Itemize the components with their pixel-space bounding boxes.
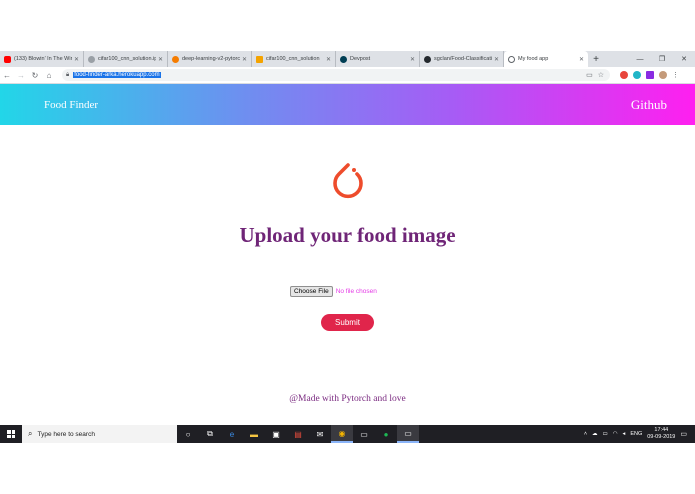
back-icon[interactable]: ← xyxy=(0,71,14,80)
app-window-icon[interactable]: ▭ xyxy=(397,425,419,443)
choose-file-button[interactable]: Choose File xyxy=(290,286,333,297)
browser-tab-active[interactable]: My food app ✕ xyxy=(504,51,588,67)
wifi-icon[interactable]: ◠ xyxy=(613,431,618,437)
window-close-button[interactable]: ✕ xyxy=(673,51,695,67)
tab-title: deep-learning-v2-pytorch xyxy=(182,56,240,62)
browser-tab[interactable]: (133) Blowin' In The Wind ✕ xyxy=(0,51,84,67)
search-icon: ⌕ xyxy=(28,429,33,438)
close-icon[interactable]: ✕ xyxy=(410,56,415,63)
search-placeholder: Type here to search xyxy=(37,430,95,438)
volume-icon[interactable]: ◂ xyxy=(623,431,626,437)
colab-icon xyxy=(88,55,95,63)
menu-icon[interactable]: ⋮ xyxy=(672,71,679,79)
url-text[interactable]: food-finder-arka.herokuapp.com xyxy=(73,72,161,78)
close-icon[interactable]: ✕ xyxy=(74,56,79,63)
browser-tab[interactable]: Devpost ✕ xyxy=(336,51,420,67)
extension-icon[interactable] xyxy=(646,71,654,79)
taskbar-search[interactable]: ⌕ Type here to search xyxy=(22,425,177,443)
extension-icon[interactable] xyxy=(633,71,641,79)
language-indicator[interactable]: ENG xyxy=(630,431,642,437)
windows-taskbar: ⌕ Type here to search ○ ⧉ e ▬ ▣ ▤ ✉ ◉ ▭ … xyxy=(0,425,695,443)
globe-icon xyxy=(508,55,515,63)
windows-icon xyxy=(7,430,15,438)
footer-text: @Made with Pytorch and love xyxy=(289,394,406,404)
cortana-icon[interactable]: ○ xyxy=(177,425,199,443)
close-icon[interactable]: ✕ xyxy=(326,56,331,63)
main-content: Upload your food image Choose File No fi… xyxy=(0,125,695,425)
jupyter-icon xyxy=(172,55,179,63)
browser-tab[interactable]: deep-learning-v2-pytorch ✕ xyxy=(168,51,252,67)
battery-icon[interactable]: ▭ xyxy=(603,431,608,437)
terminal-icon[interactable]: ▭ xyxy=(353,425,375,443)
chrome-icon[interactable]: ◉ xyxy=(331,425,353,443)
submit-button[interactable]: Submit xyxy=(321,314,374,331)
clock[interactable]: 17:44 09-09-2019 xyxy=(647,427,675,441)
tab-title: (133) Blowin' In The Wind xyxy=(14,56,72,62)
store-icon[interactable]: ▣ xyxy=(265,425,287,443)
extensions-area: ⋮ xyxy=(620,71,679,79)
system-tray: ˄ ☁ ▭ ◠ ◂ ENG 17:44 09-09-2019 ▭ xyxy=(584,427,695,441)
tab-title: Devpost xyxy=(350,56,371,62)
site-header: Food Finder Github xyxy=(0,84,695,125)
chevron-up-icon[interactable]: ˄ xyxy=(584,431,587,437)
forward-icon[interactable]: → xyxy=(14,71,28,80)
notebook-icon xyxy=(256,55,263,63)
browser-tab-strip: (133) Blowin' In The Wind ✕ cifar100_cnn… xyxy=(0,51,695,67)
youtube-icon xyxy=(4,55,11,63)
file-explorer-icon[interactable]: ▬ xyxy=(243,425,265,443)
mail-icon[interactable]: ✉ xyxy=(309,425,331,443)
home-icon[interactable]: ⌂ xyxy=(42,71,56,80)
new-tab-button[interactable]: + xyxy=(588,51,604,67)
github-link[interactable]: Github xyxy=(631,97,667,113)
devpost-icon xyxy=(340,55,347,63)
pytorch-logo-icon xyxy=(333,163,363,199)
close-icon[interactable]: ✕ xyxy=(158,56,163,63)
file-upload: Choose File No file chosen xyxy=(290,286,377,297)
cloud-icon[interactable]: ☁ xyxy=(592,431,598,437)
brand-link[interactable]: Food Finder xyxy=(44,99,98,111)
browser-toolbar: ← → ↻ ⌂ 🔒︎ food-finder-arka.herokuapp.co… xyxy=(0,67,695,84)
task-view-icon[interactable]: ⧉ xyxy=(199,425,221,443)
page-heading: Upload your food image xyxy=(239,223,456,247)
maximize-button[interactable]: ❐ xyxy=(651,51,673,67)
tab-title: My food app xyxy=(518,56,549,62)
edge-icon[interactable]: e xyxy=(221,425,243,443)
tab-title: cifar100_cnn_solution xyxy=(266,56,320,62)
clock-date: 09-09-2019 xyxy=(647,434,676,440)
close-icon[interactable]: ✕ xyxy=(494,56,499,63)
spotify-icon[interactable]: ● xyxy=(375,425,397,443)
tab-title: sgclan/Food-Classification xyxy=(434,56,492,62)
cast-icon[interactable]: ▭ xyxy=(586,71,593,79)
start-button[interactable] xyxy=(0,425,22,443)
adblock-extension-icon[interactable] xyxy=(620,71,628,79)
window-controls: — ❐ ✕ xyxy=(629,51,695,67)
file-status: No file chosen xyxy=(335,288,377,295)
lock-icon[interactable]: 🔒︎ xyxy=(66,72,69,79)
clock-time: 17:44 xyxy=(654,427,669,433)
minimize-button[interactable]: — xyxy=(629,51,651,67)
bookmark-star-icon[interactable]: ☆ xyxy=(598,71,604,79)
gift-icon[interactable]: ▤ xyxy=(287,425,309,443)
github-icon xyxy=(424,55,431,63)
screen: (133) Blowin' In The Wind ✕ cifar100_cnn… xyxy=(0,0,695,494)
close-icon[interactable]: ✕ xyxy=(579,56,584,63)
reload-icon[interactable]: ↻ xyxy=(28,71,42,80)
browser-tab[interactable]: cifar100_cnn_solution.ipynb ✕ xyxy=(84,51,168,67)
tab-title: cifar100_cnn_solution.ipynb xyxy=(98,56,156,62)
browser-tab[interactable]: sgclan/Food-Classification ✕ xyxy=(420,51,504,67)
notifications-icon[interactable]: ▭ xyxy=(680,430,687,438)
profile-avatar[interactable] xyxy=(659,71,667,79)
address-bar[interactable]: 🔒︎ food-finder-arka.herokuapp.com ▭ ☆ xyxy=(62,69,610,81)
close-icon[interactable]: ✕ xyxy=(242,56,247,63)
browser-tab[interactable]: cifar100_cnn_solution ✕ xyxy=(252,51,336,67)
